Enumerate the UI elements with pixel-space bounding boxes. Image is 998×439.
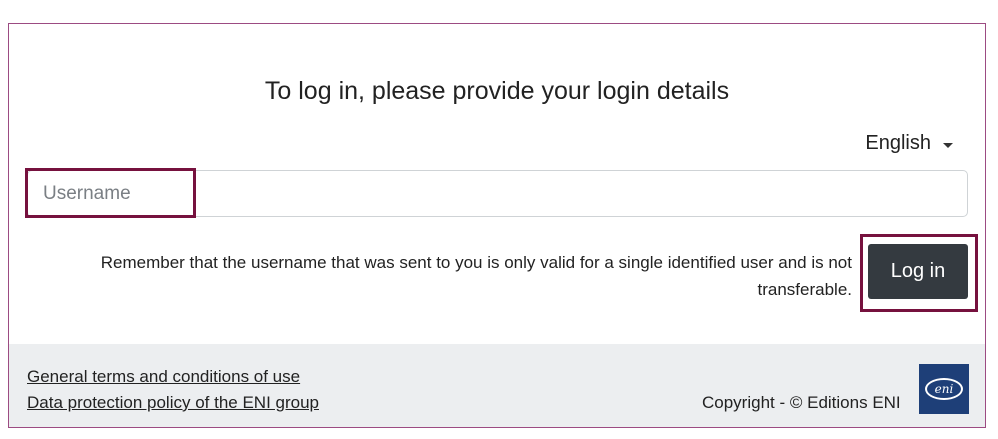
data-protection-link[interactable]: Data protection policy of the ENI group [27, 393, 319, 413]
copyright-text: Copyright - © Editions ENI [702, 393, 901, 412]
eni-logo: eni [919, 364, 969, 414]
terms-of-use-link[interactable]: General terms and conditions of use [27, 367, 300, 387]
login-form: To log in, please provide your login det… [9, 24, 985, 344]
login-panel: To log in, please provide your login det… [8, 23, 986, 428]
eni-logo-mark: eni [925, 378, 963, 400]
login-button[interactable]: Log in [868, 244, 968, 299]
username-notice: Remember that the username that was sent… [100, 253, 852, 299]
chevron-down-icon [943, 142, 953, 148]
language-selector[interactable]: English [865, 132, 953, 155]
footer: General terms and conditions of use Data… [9, 344, 985, 427]
username-input[interactable] [27, 170, 968, 217]
page-title: To log in, please provide your login det… [264, 77, 730, 105]
language-label: English [865, 132, 931, 154]
